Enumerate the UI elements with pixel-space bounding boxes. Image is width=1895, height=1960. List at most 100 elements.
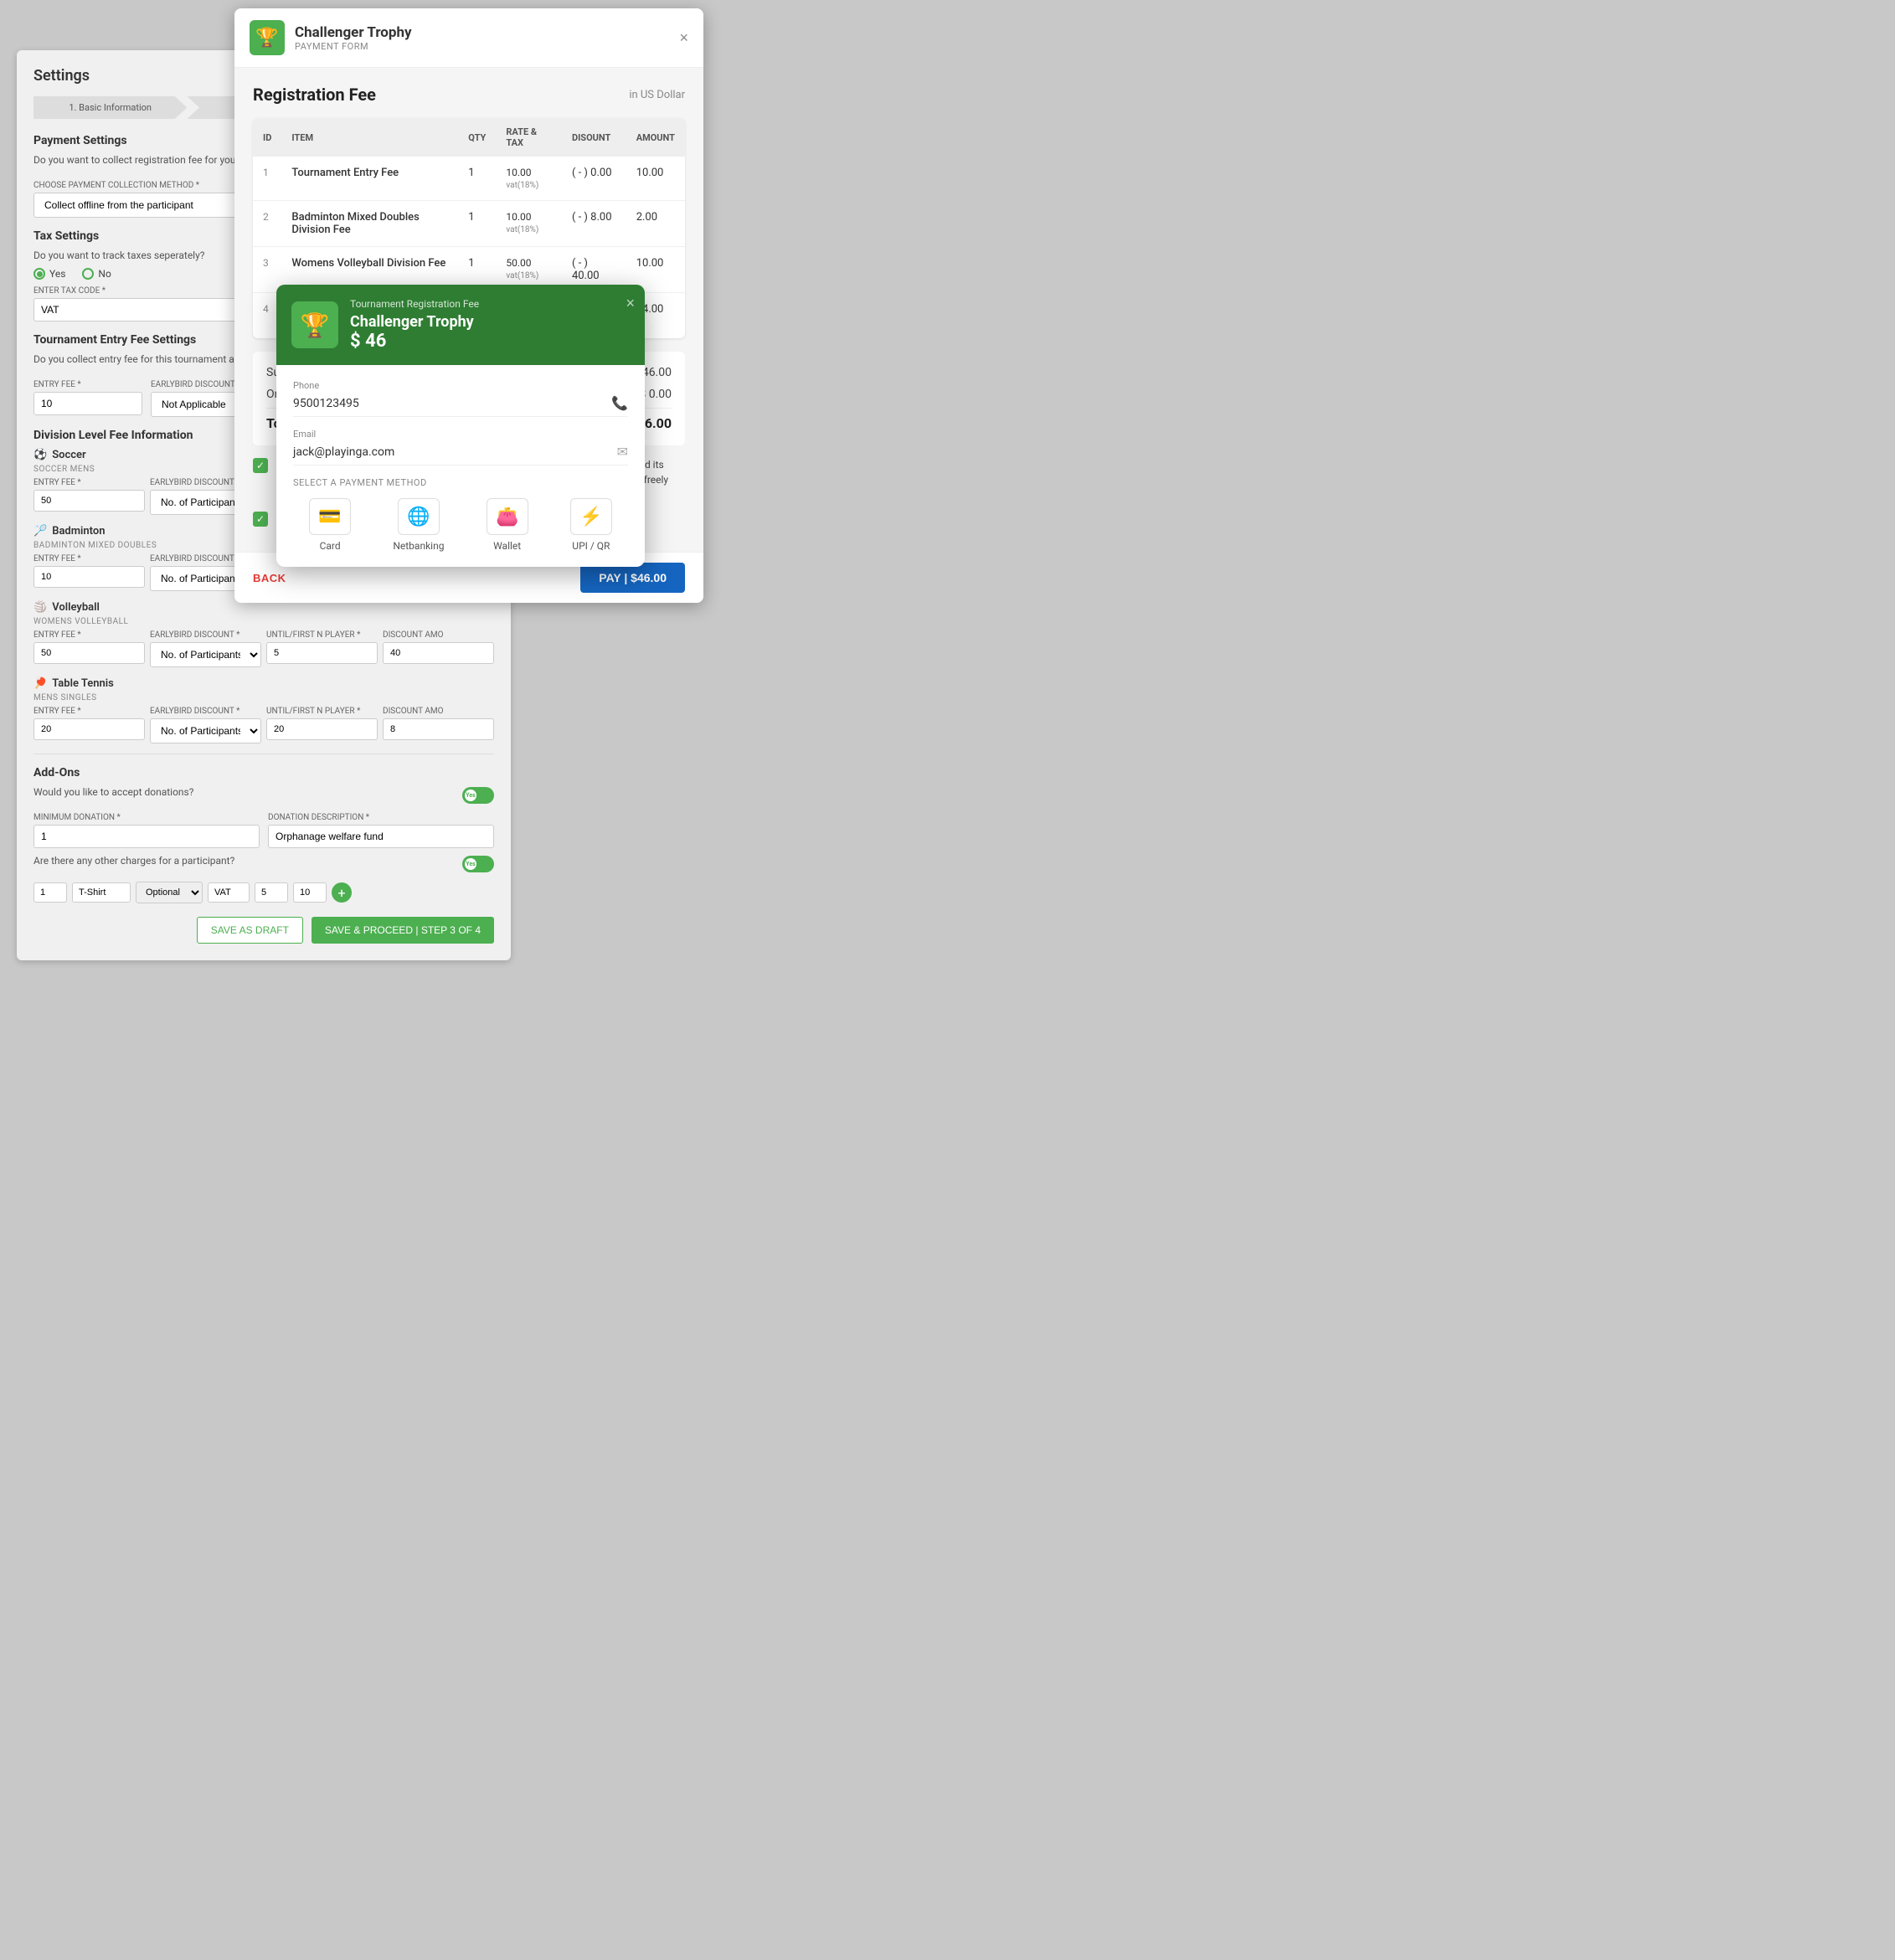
method-wallet[interactable]: 👛 Wallet [487, 498, 528, 552]
volleyball-sub: WOMENS VOLLEYBALL [33, 617, 494, 626]
volleyball-discount-input[interactable] [383, 642, 494, 664]
phone-icon: 📞 [611, 395, 628, 411]
badminton-icon: 🏸 [33, 525, 47, 538]
donation-desc-input[interactable] [268, 825, 494, 848]
modal-title: Challenger Trophy [295, 24, 412, 41]
rp-email-label: Email [293, 429, 628, 440]
tax-code-input[interactable] [33, 298, 260, 322]
tabletennis-fee-input[interactable] [33, 718, 145, 740]
payment-method-select[interactable]: Collect offline from the participant [33, 193, 260, 218]
rp-logo: 🏆 [291, 301, 338, 348]
fee-table-header-row: ID ITEM QTY RATE & TAX DISOUNT AMOUNT [253, 118, 685, 157]
charge-desc-input[interactable] [72, 882, 131, 903]
sport-tabletennis: 🏓 Table Tennis MENS SINGLES ENTRY FEE * … [33, 677, 494, 743]
pay-button[interactable]: PAY | $46.00 [580, 563, 685, 593]
soccer-fee-input[interactable] [33, 490, 145, 512]
charge-tax-input[interactable] [208, 882, 250, 903]
step-1[interactable]: 1. Basic Information [33, 96, 187, 119]
min-donation-label: MINIMUM DONATION * [33, 813, 260, 822]
row-item: Tournament Entry Fee [281, 157, 458, 201]
donations-toggle[interactable] [462, 787, 494, 804]
tabletennis-icon: 🏓 [33, 677, 47, 690]
modal-close-button[interactable]: × [679, 29, 688, 47]
charge-qty-input[interactable] [33, 882, 67, 903]
other-charges-toggle[interactable] [462, 856, 494, 872]
tax-code-group: ENTER TAX CODE * [33, 286, 260, 322]
row-discount: ( - ) 0.00 [562, 157, 626, 201]
volleyball-fee-row: ENTRY FEE * EARLYBIRD DISCOUNT *No. of P… [33, 630, 494, 667]
upi-label: UPI / QR [572, 540, 610, 552]
modal-header-left: 🏆 Challenger Trophy PAYMENT FORM [250, 20, 412, 55]
method-netbanking[interactable]: 🌐 Netbanking [393, 498, 444, 552]
settings-btn-row: SAVE AS DRAFT SAVE & PROCEED | STEP 3 OF… [33, 917, 494, 944]
tabletennis-earlybird-select[interactable]: No. of Participants [150, 718, 261, 743]
row-id: 2 [253, 201, 281, 247]
rp-phone-value-row: 9500123495 📞 [293, 395, 628, 417]
rp-logo-icon: 🏆 [301, 311, 330, 339]
col-rate: RATE & TAX [496, 118, 562, 157]
rp-close-button[interactable]: × [626, 295, 635, 312]
entry-fee-input[interactable] [33, 392, 142, 415]
modal-header: 🏆 Challenger Trophy PAYMENT FORM × [234, 8, 703, 68]
tabletennis-label: Table Tennis [52, 677, 114, 690]
radio-yes-circle [33, 268, 45, 280]
modal-logo-icon: 🏆 [255, 28, 278, 49]
back-button[interactable]: BACK [253, 572, 286, 584]
volleyball-until-input[interactable] [266, 642, 378, 664]
addons-charges-row: Optional + [33, 882, 494, 903]
rp-subtitle: Tournament Registration Fee [350, 298, 479, 310]
rp-email-field: Email jack@playinga.com ✉ [293, 429, 628, 466]
method-upi[interactable]: ⚡ UPI / QR [570, 498, 612, 552]
radio-no-label: No [98, 268, 111, 280]
tabletennis-until-input[interactable] [266, 718, 378, 740]
col-item: ITEM [281, 118, 458, 157]
badminton-label: Badminton [52, 525, 105, 538]
radio-yes-label: Yes [49, 268, 65, 280]
charge-optional-select[interactable]: Optional [136, 882, 203, 903]
volleyball-icon: 🏐 [33, 601, 47, 614]
method-card[interactable]: 💳 Card [309, 498, 351, 552]
col-id: ID [253, 118, 281, 157]
donations-toggle-row: Would you like to accept donations? [33, 786, 494, 805]
row-id: 1 [253, 157, 281, 201]
rp-header-info: Tournament Registration Fee Challenger T… [350, 298, 479, 352]
save-draft-button[interactable]: SAVE AS DRAFT [197, 917, 303, 944]
row-qty: 1 [458, 201, 496, 247]
wallet-label: Wallet [493, 540, 521, 552]
table-row: 1 Tournament Entry Fee 1 10.00vat(18%) (… [253, 157, 685, 201]
soccer-fee-group: ENTRY FEE * [33, 478, 145, 515]
proceed-button[interactable]: SAVE & PROCEED | STEP 3 OF 4 [312, 917, 494, 944]
agreement2-checkbox[interactable]: ✓ [253, 512, 268, 527]
row-qty: 1 [458, 157, 496, 201]
rp-payment-methods: 💳 Card 🌐 Netbanking 👛 Wallet ⚡ UPI / QR [293, 498, 628, 552]
volleyball-earlybird-select[interactable]: No. of Participants [150, 642, 261, 667]
entry-fee-group: ENTRY FEE * [33, 380, 142, 417]
rp-email-value-row: jack@playinga.com ✉ [293, 444, 628, 466]
card-label: Card [320, 540, 341, 552]
netbanking-label: Netbanking [393, 540, 444, 552]
sport-volleyball: 🏐 Volleyball WOMENS VOLLEYBALL ENTRY FEE… [33, 601, 494, 667]
reg-fee-header: Registration Fee in US Dollar [253, 85, 685, 105]
row-amount: 2.00 [626, 201, 685, 247]
col-qty: QTY [458, 118, 496, 157]
rp-title: Challenger Trophy [350, 313, 479, 331]
tabletennis-discount-input[interactable] [383, 718, 494, 740]
modal-title-block: Challenger Trophy PAYMENT FORM [295, 24, 412, 52]
agreement1-checkbox[interactable]: ✓ [253, 458, 268, 473]
currency-note: in US Dollar [629, 89, 685, 101]
rp-header: 🏆 Tournament Registration Fee Challenger… [276, 285, 645, 365]
volleyball-fee-input[interactable] [33, 642, 145, 664]
rp-phone-label: Phone [293, 380, 628, 391]
charge-discount-input[interactable] [293, 882, 327, 903]
radio-yes[interactable]: Yes [33, 268, 65, 280]
tabletennis-header: 🏓 Table Tennis [33, 677, 494, 690]
fee-table-head: ID ITEM QTY RATE & TAX DISOUNT AMOUNT [253, 118, 685, 157]
radio-no[interactable]: No [82, 268, 111, 280]
tabletennis-sub: MENS SINGLES [33, 693, 494, 702]
badminton-fee-input[interactable] [33, 566, 145, 588]
radio-no-circle [82, 268, 94, 280]
volleyball-label: Volleyball [52, 601, 100, 614]
add-charge-button[interactable]: + [332, 882, 352, 903]
charge-amount-input[interactable] [255, 882, 288, 903]
min-donation-input[interactable] [33, 825, 260, 848]
